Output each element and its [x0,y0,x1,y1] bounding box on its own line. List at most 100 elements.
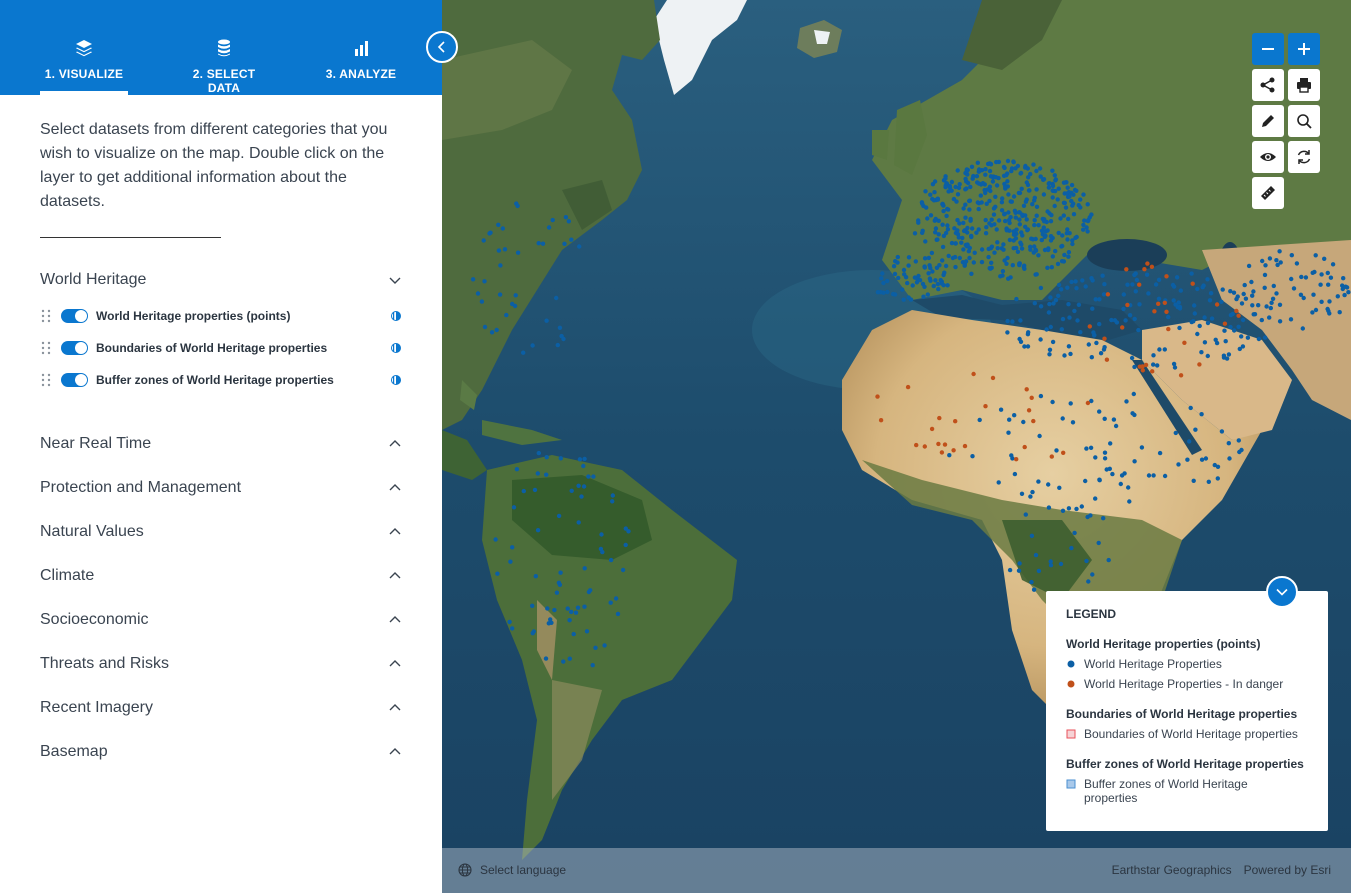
heritage-site-point[interactable] [1000,269,1006,274]
heritage-site-point[interactable] [1236,324,1241,329]
heritage-site-point[interactable] [1017,336,1022,342]
layer-toggle[interactable] [61,373,88,387]
heritage-site-point[interactable] [949,179,955,185]
heritage-site-point[interactable] [1031,587,1037,592]
heritage-site-point[interactable] [563,215,569,220]
heritage-site-point[interactable] [1088,513,1093,518]
heritage-site-point[interactable] [1009,453,1014,458]
heritage-site-point[interactable] [979,247,985,252]
heritage-site-point[interactable] [994,183,1000,188]
section-climate[interactable]: Climate [40,562,402,590]
heritage-site-point[interactable] [961,228,967,234]
heritage-site-point[interactable] [1130,282,1135,287]
heritage-site-point[interactable] [1134,277,1140,283]
heritage-site-point[interactable] [1102,345,1107,350]
heritage-site-point[interactable] [1001,247,1006,252]
heritage-site-point[interactable] [1066,250,1072,255]
heritage-site-point[interactable] [1089,276,1094,281]
heritage-site-point[interactable] [1208,291,1214,296]
heritage-site-point[interactable] [1201,283,1206,288]
heritage-site-point[interactable] [921,294,926,299]
heritage-site-point[interactable] [885,278,890,284]
heritage-site-point[interactable] [543,656,549,661]
heritage-site-point[interactable] [999,208,1005,213]
heritage-site-point[interactable] [988,174,994,179]
heritage-site-point[interactable] [1015,163,1021,169]
heritage-site-point[interactable] [975,160,980,165]
heritage-site-point[interactable] [1319,272,1324,277]
heritage-site-point[interactable] [1199,412,1204,417]
heritage-site-point[interactable] [1052,203,1057,209]
heritage-site-point[interactable] [955,228,960,233]
heritage-site-point[interactable] [905,384,911,390]
heritage-site-point[interactable] [1023,199,1029,204]
heritage-site-point[interactable] [1150,369,1155,374]
section-basemap[interactable]: Basemap [40,738,402,766]
heritage-site-point[interactable] [1012,208,1018,213]
heritage-site-point[interactable] [1059,259,1065,264]
heritage-site-point[interactable] [1061,450,1066,455]
heritage-site-point[interactable] [895,260,900,265]
layer-row[interactable]: Boundaries of World Heritage properties [40,337,402,359]
heritage-site-point[interactable] [1260,258,1265,264]
heritage-site-point[interactable] [1151,353,1156,358]
heritage-site-point[interactable] [1173,430,1178,436]
heritage-site-point[interactable] [1045,228,1050,233]
heritage-site-point[interactable] [1033,552,1039,558]
heritage-site-point[interactable] [1072,530,1077,536]
heritage-site-point[interactable] [1066,302,1071,307]
heritage-site-point[interactable] [1067,194,1072,199]
heritage-site-point[interactable] [511,505,517,510]
heritage-site-point[interactable] [1028,247,1033,252]
heritage-site-point[interactable] [1239,334,1244,339]
heritage-site-point[interactable] [1241,291,1246,297]
heritage-site-point[interactable] [569,609,574,615]
heritage-site-point[interactable] [1034,187,1039,192]
heritage-site-point[interactable] [1084,558,1089,564]
heritage-site-point[interactable] [1132,364,1137,370]
heritage-site-point[interactable] [903,275,909,280]
heritage-site-point[interactable] [1031,162,1036,167]
heritage-site-point[interactable] [1067,315,1072,320]
heritage-site-point[interactable] [974,174,980,179]
section-threats-risks[interactable]: Threats and Risks [40,650,402,678]
heritage-site-point[interactable] [1310,310,1315,315]
heritage-site-point[interactable] [999,200,1005,205]
opacity-icon[interactable] [390,342,402,354]
heritage-site-point[interactable] [1049,212,1054,218]
heritage-site-point[interactable] [1090,572,1095,577]
heritage-site-point[interactable] [1022,263,1027,268]
heritage-site-point[interactable] [535,528,541,533]
heritage-site-point[interactable] [983,172,988,177]
heritage-site-point[interactable] [1011,194,1017,199]
heritage-site-point[interactable] [933,226,939,231]
heritage-site-point[interactable] [1121,292,1126,297]
heritage-site-point[interactable] [1178,288,1183,293]
heritage-site-point[interactable] [925,292,930,297]
heritage-site-point[interactable] [1157,450,1163,456]
heritage-site-point[interactable] [1003,218,1008,224]
heritage-site-point[interactable] [532,487,538,493]
layer-row[interactable]: Buffer zones of World Heritage propertie… [40,369,402,391]
heritage-site-point[interactable] [1202,340,1208,345]
heritage-site-point[interactable] [550,217,555,223]
heritage-site-point[interactable] [1104,357,1110,362]
heritage-site-point[interactable] [1166,314,1171,320]
heritage-site-point[interactable] [1146,473,1152,478]
heritage-site-point[interactable] [1012,413,1017,418]
heritage-site-point[interactable] [1291,286,1297,291]
heritage-site-point[interactable] [1050,188,1055,193]
heritage-site-point[interactable] [940,258,945,263]
heritage-site-point[interactable] [1102,416,1107,421]
heritage-site-point[interactable] [943,183,948,188]
heritage-site-point[interactable] [557,325,563,330]
language-selector[interactable]: Select language [458,863,566,877]
heritage-site-point[interactable] [932,190,937,195]
heritage-site-point[interactable] [510,301,515,307]
heritage-site-point[interactable] [1262,335,1268,340]
heritage-site-point[interactable] [1251,312,1256,317]
heritage-site-point[interactable] [1056,282,1062,288]
heritage-site-point[interactable] [1038,393,1044,399]
heritage-site-point[interactable] [508,559,513,564]
heritage-site-point[interactable] [1144,272,1150,277]
